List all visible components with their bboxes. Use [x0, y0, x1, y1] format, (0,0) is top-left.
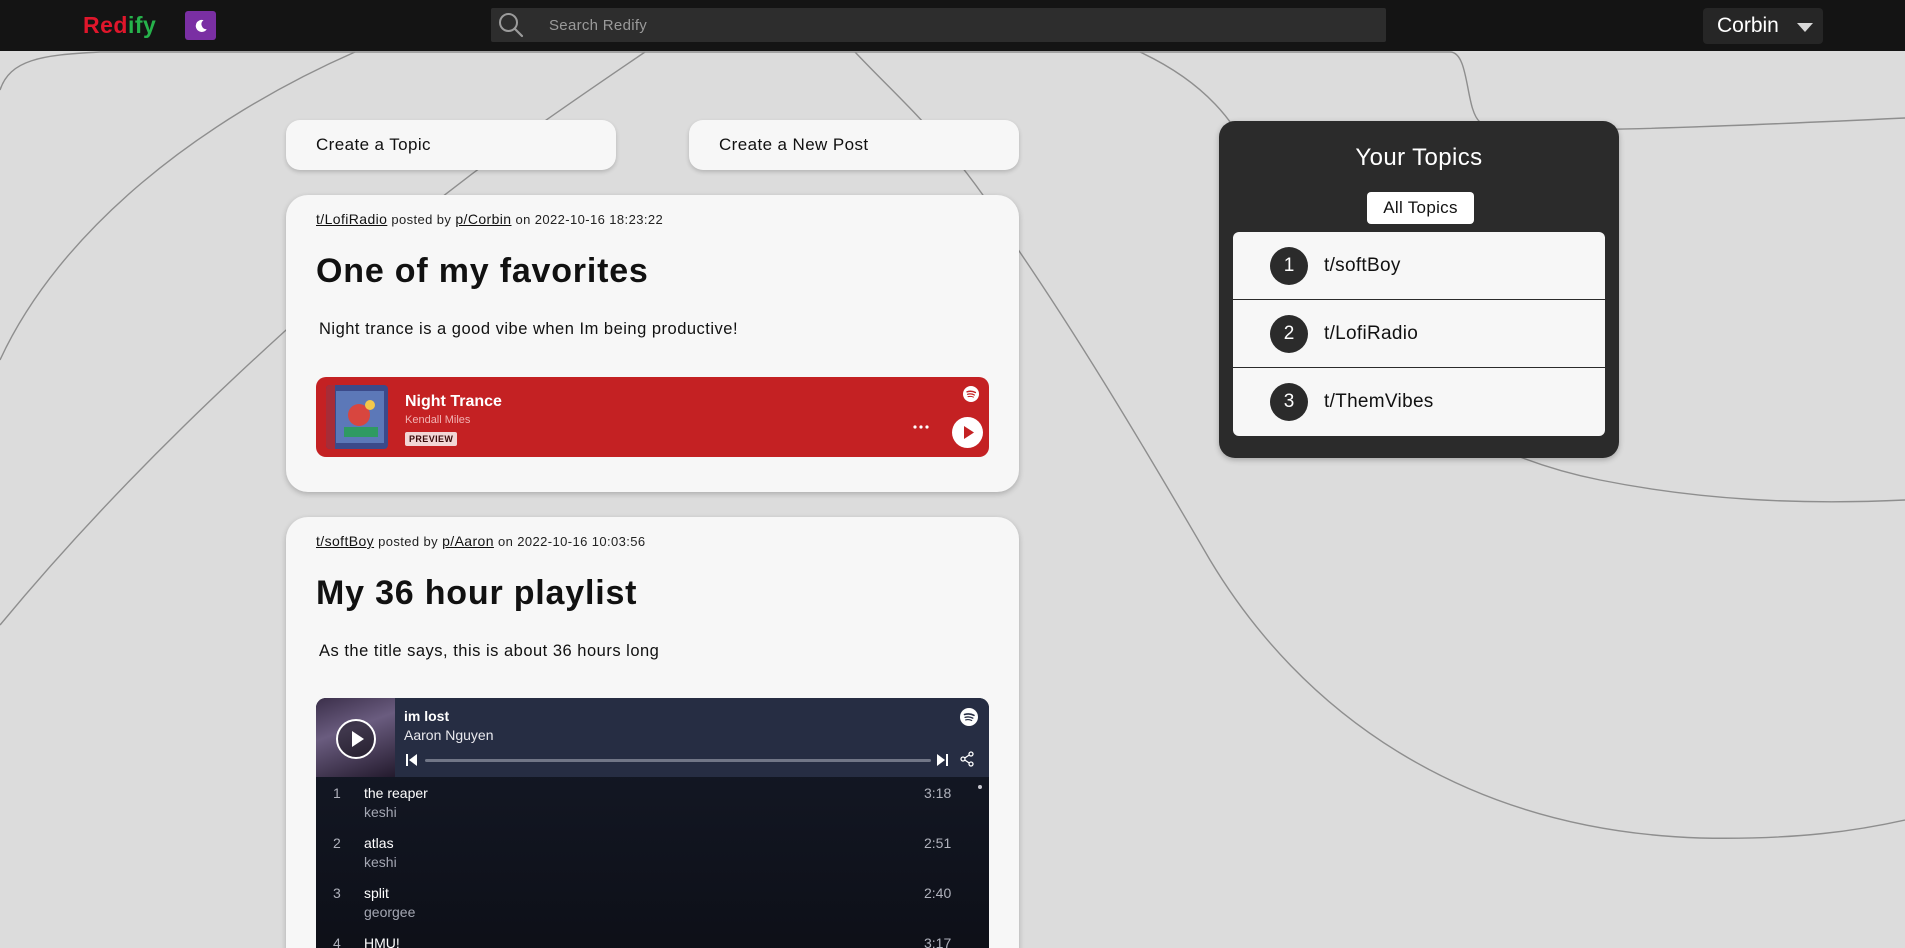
playlist-track-row[interactable]: 1 the reaper keshi 3:18 — [316, 785, 989, 835]
post-title: My 36 hour playlist — [316, 574, 638, 612]
preview-badge: PREVIEW — [405, 432, 458, 446]
post-meta: t/LofiRadio posted by p/Corbin on 2022-1… — [316, 211, 663, 227]
redify-logo[interactable]: Redify — [83, 12, 156, 39]
topic-name: t/LofiRadio — [1324, 323, 1419, 344]
album-cover — [326, 385, 388, 449]
chevron-down-icon — [1797, 23, 1813, 32]
your-topics-panel: Your Topics All Topics 1 t/softBoy 2 t/L… — [1219, 121, 1619, 458]
post-body: Night trance is a good vibe when Im bein… — [319, 320, 739, 338]
track-name: split — [364, 885, 389, 901]
create-post-button[interactable]: Create a New Post — [689, 120, 1019, 170]
track-number: 2 — [333, 835, 341, 851]
playlist-track-row[interactable]: 2 atlas keshi 2:51 — [316, 835, 989, 885]
user-menu-button[interactable]: Corbin — [1703, 8, 1823, 44]
track-name: the reaper — [364, 785, 428, 801]
previous-track-icon[interactable] — [406, 753, 418, 767]
topic-rank: 3 — [1270, 383, 1308, 421]
next-track-icon[interactable] — [936, 753, 948, 767]
track-duration: 2:51 — [924, 835, 952, 851]
track-name: HMU! — [364, 935, 400, 948]
track-number: 3 — [333, 885, 341, 901]
post-card: t/LofiRadio posted by p/Corbin on 2022-1… — [286, 195, 1019, 492]
topic-rank: 1 — [1270, 247, 1308, 285]
on-label: on — [497, 534, 514, 549]
track-artist: keshi — [364, 854, 397, 870]
logo-red-part: Red — [83, 12, 128, 38]
post-title: One of my favorites — [316, 252, 649, 290]
on-label: on — [515, 212, 531, 227]
more-options-icon[interactable] — [912, 424, 930, 430]
logo-green-part: ify — [127, 12, 157, 38]
progress-bar[interactable] — [425, 759, 931, 762]
search-input[interactable] — [549, 8, 1349, 42]
search-icon[interactable] — [497, 11, 525, 39]
share-icon[interactable] — [959, 751, 975, 767]
playlist-track-row[interactable]: 4 HMU! 3:17 — [316, 935, 989, 948]
track-artist: georgee — [364, 904, 416, 920]
spotify-icon[interactable] — [963, 386, 979, 402]
current-track-title: im lost — [404, 708, 450, 724]
theme-toggle-button[interactable] — [185, 11, 216, 40]
spotify-track-embed[interactable]: Night Trance Kendall Miles PREVIEW — [316, 377, 989, 457]
topics-heading: Your Topics — [1355, 144, 1483, 171]
topic-link[interactable]: t/softBoy — [316, 533, 374, 549]
track-duration: 3:18 — [924, 785, 952, 801]
track-number: 4 — [333, 935, 341, 948]
posted-by-label: posted by — [378, 534, 439, 549]
playlist-track-row[interactable]: 3 split georgee 2:40 — [316, 885, 989, 935]
author-link[interactable]: p/Corbin — [455, 211, 511, 227]
track-artist: keshi — [364, 804, 397, 820]
track-name: atlas — [364, 835, 394, 851]
playlist-play-button[interactable] — [336, 719, 376, 759]
track-duration: 2:40 — [924, 885, 952, 901]
post-meta: t/softBoy posted by p/Aaron on 2022-10-1… — [316, 533, 646, 549]
topic-link[interactable]: t/LofiRadio — [316, 211, 387, 227]
topic-item[interactable]: 3 t/ThemVibes — [1233, 368, 1605, 436]
post-card: t/softBoy posted by p/Aaron on 2022-10-1… — [286, 517, 1019, 948]
spotify-playlist-embed[interactable]: im lost Aaron Nguyen 1 the reaper keshi … — [316, 698, 989, 948]
topic-list: 1 t/softBoy 2 t/LofiRadio 3 t/ThemVibes — [1233, 232, 1605, 436]
playlist-header: im lost Aaron Nguyen — [316, 698, 989, 777]
spotify-icon[interactable] — [960, 708, 978, 726]
topic-name: t/ThemVibes — [1324, 391, 1434, 412]
track-title: Night Trance — [405, 393, 502, 410]
track-duration: 3:17 — [924, 935, 952, 948]
play-icon — [352, 731, 364, 747]
post-timestamp: 2022-10-16 18:23:22 — [534, 212, 664, 227]
all-topics-button[interactable]: All Topics — [1367, 192, 1474, 224]
author-link[interactable]: p/Aaron — [442, 533, 494, 549]
post-timestamp: 2022-10-16 10:03:56 — [517, 534, 646, 549]
track-number: 1 — [333, 785, 341, 801]
current-track-artist[interactable]: Aaron Nguyen — [404, 727, 494, 743]
playlist-cover — [316, 698, 395, 777]
topic-item[interactable]: 1 t/softBoy — [1233, 232, 1605, 300]
topic-rank: 2 — [1270, 315, 1308, 353]
play-button[interactable] — [952, 417, 983, 448]
top-navbar: Redify Corbin — [0, 0, 1905, 51]
post-body: As the title says, this is about 36 hour… — [319, 642, 660, 660]
create-topic-button[interactable]: Create a Topic — [286, 120, 616, 170]
topic-name: t/softBoy — [1324, 255, 1401, 276]
track-artist[interactable]: Kendall Miles — [405, 414, 470, 426]
play-icon — [964, 426, 974, 439]
posted-by-label: posted by — [391, 212, 452, 227]
topic-item[interactable]: 2 t/LofiRadio — [1233, 300, 1605, 368]
username: Corbin — [1717, 14, 1779, 37]
moon-icon — [195, 19, 207, 32]
search-bar[interactable] — [491, 8, 1386, 42]
